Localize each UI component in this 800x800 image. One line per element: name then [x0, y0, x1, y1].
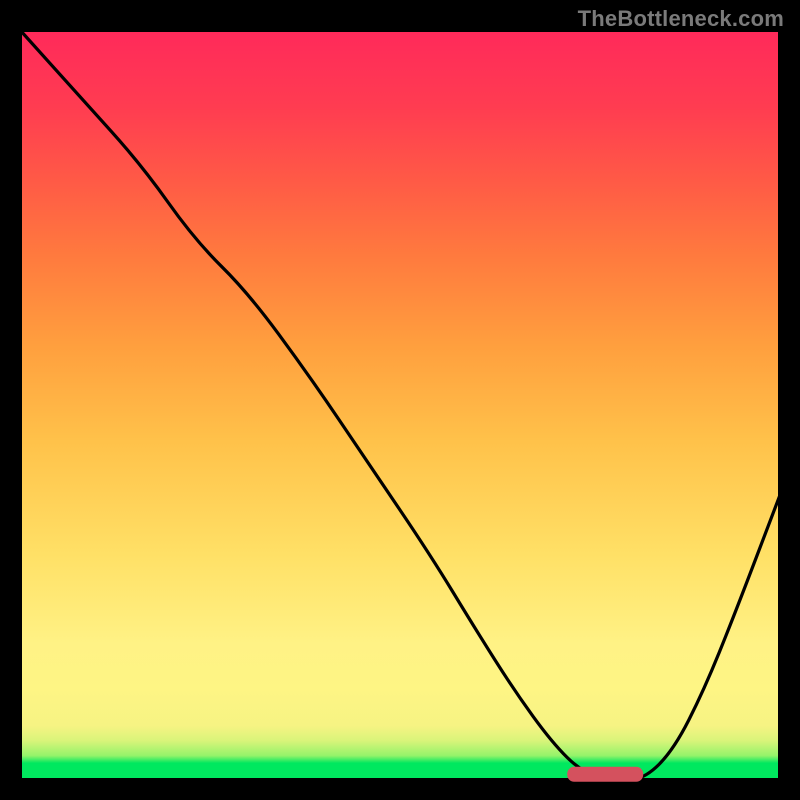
watermark-text: TheBottleneck.com	[578, 6, 784, 32]
chart-frame: TheBottleneck.com	[0, 0, 800, 800]
optimal-marker	[20, 30, 780, 780]
plot-area	[20, 30, 780, 780]
